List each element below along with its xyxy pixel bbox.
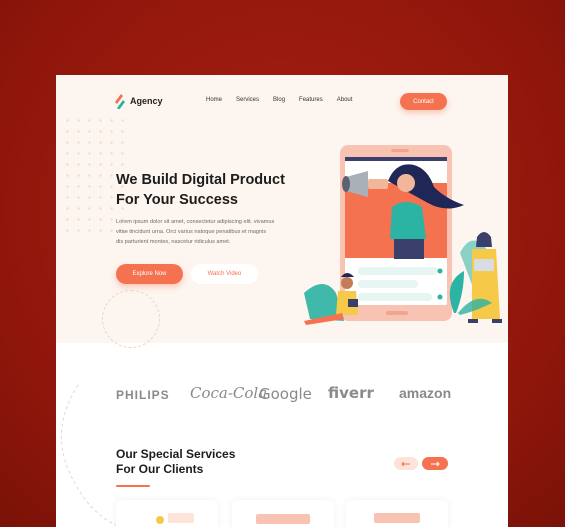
service-illustration-icon [374, 513, 420, 523]
google-logo: Google [259, 385, 312, 403]
service-illustration-icon [156, 513, 194, 524]
services-heading-line-2: For Our Clients [116, 462, 204, 476]
services-heading: Our Special Services For Our Clients [116, 447, 235, 477]
landing-page: Agency Home Services Blog Features About… [56, 75, 508, 527]
heading-underline [116, 485, 150, 487]
service-illustration-icon [256, 514, 310, 524]
cocacola-logo: Coca-Cola [190, 384, 268, 402]
amazon-logo: amazon [399, 385, 452, 401]
service-card[interactable] [346, 500, 448, 527]
philips-logo: PHILIPS [116, 388, 170, 402]
partner-logos: PHILIPS Coca-Cola Google fiverr amazon [56, 375, 508, 415]
carousel-prev-button[interactable] [394, 457, 418, 470]
arrow-right-icon [431, 461, 440, 466]
service-card[interactable] [116, 500, 218, 527]
services-heading-line-1: Our Special Services [116, 447, 236, 461]
fiverr-logo: fiverr [328, 384, 374, 402]
carousel-next-button[interactable] [422, 457, 448, 470]
service-card[interactable] [232, 500, 334, 527]
arrow-left-icon [401, 461, 410, 466]
